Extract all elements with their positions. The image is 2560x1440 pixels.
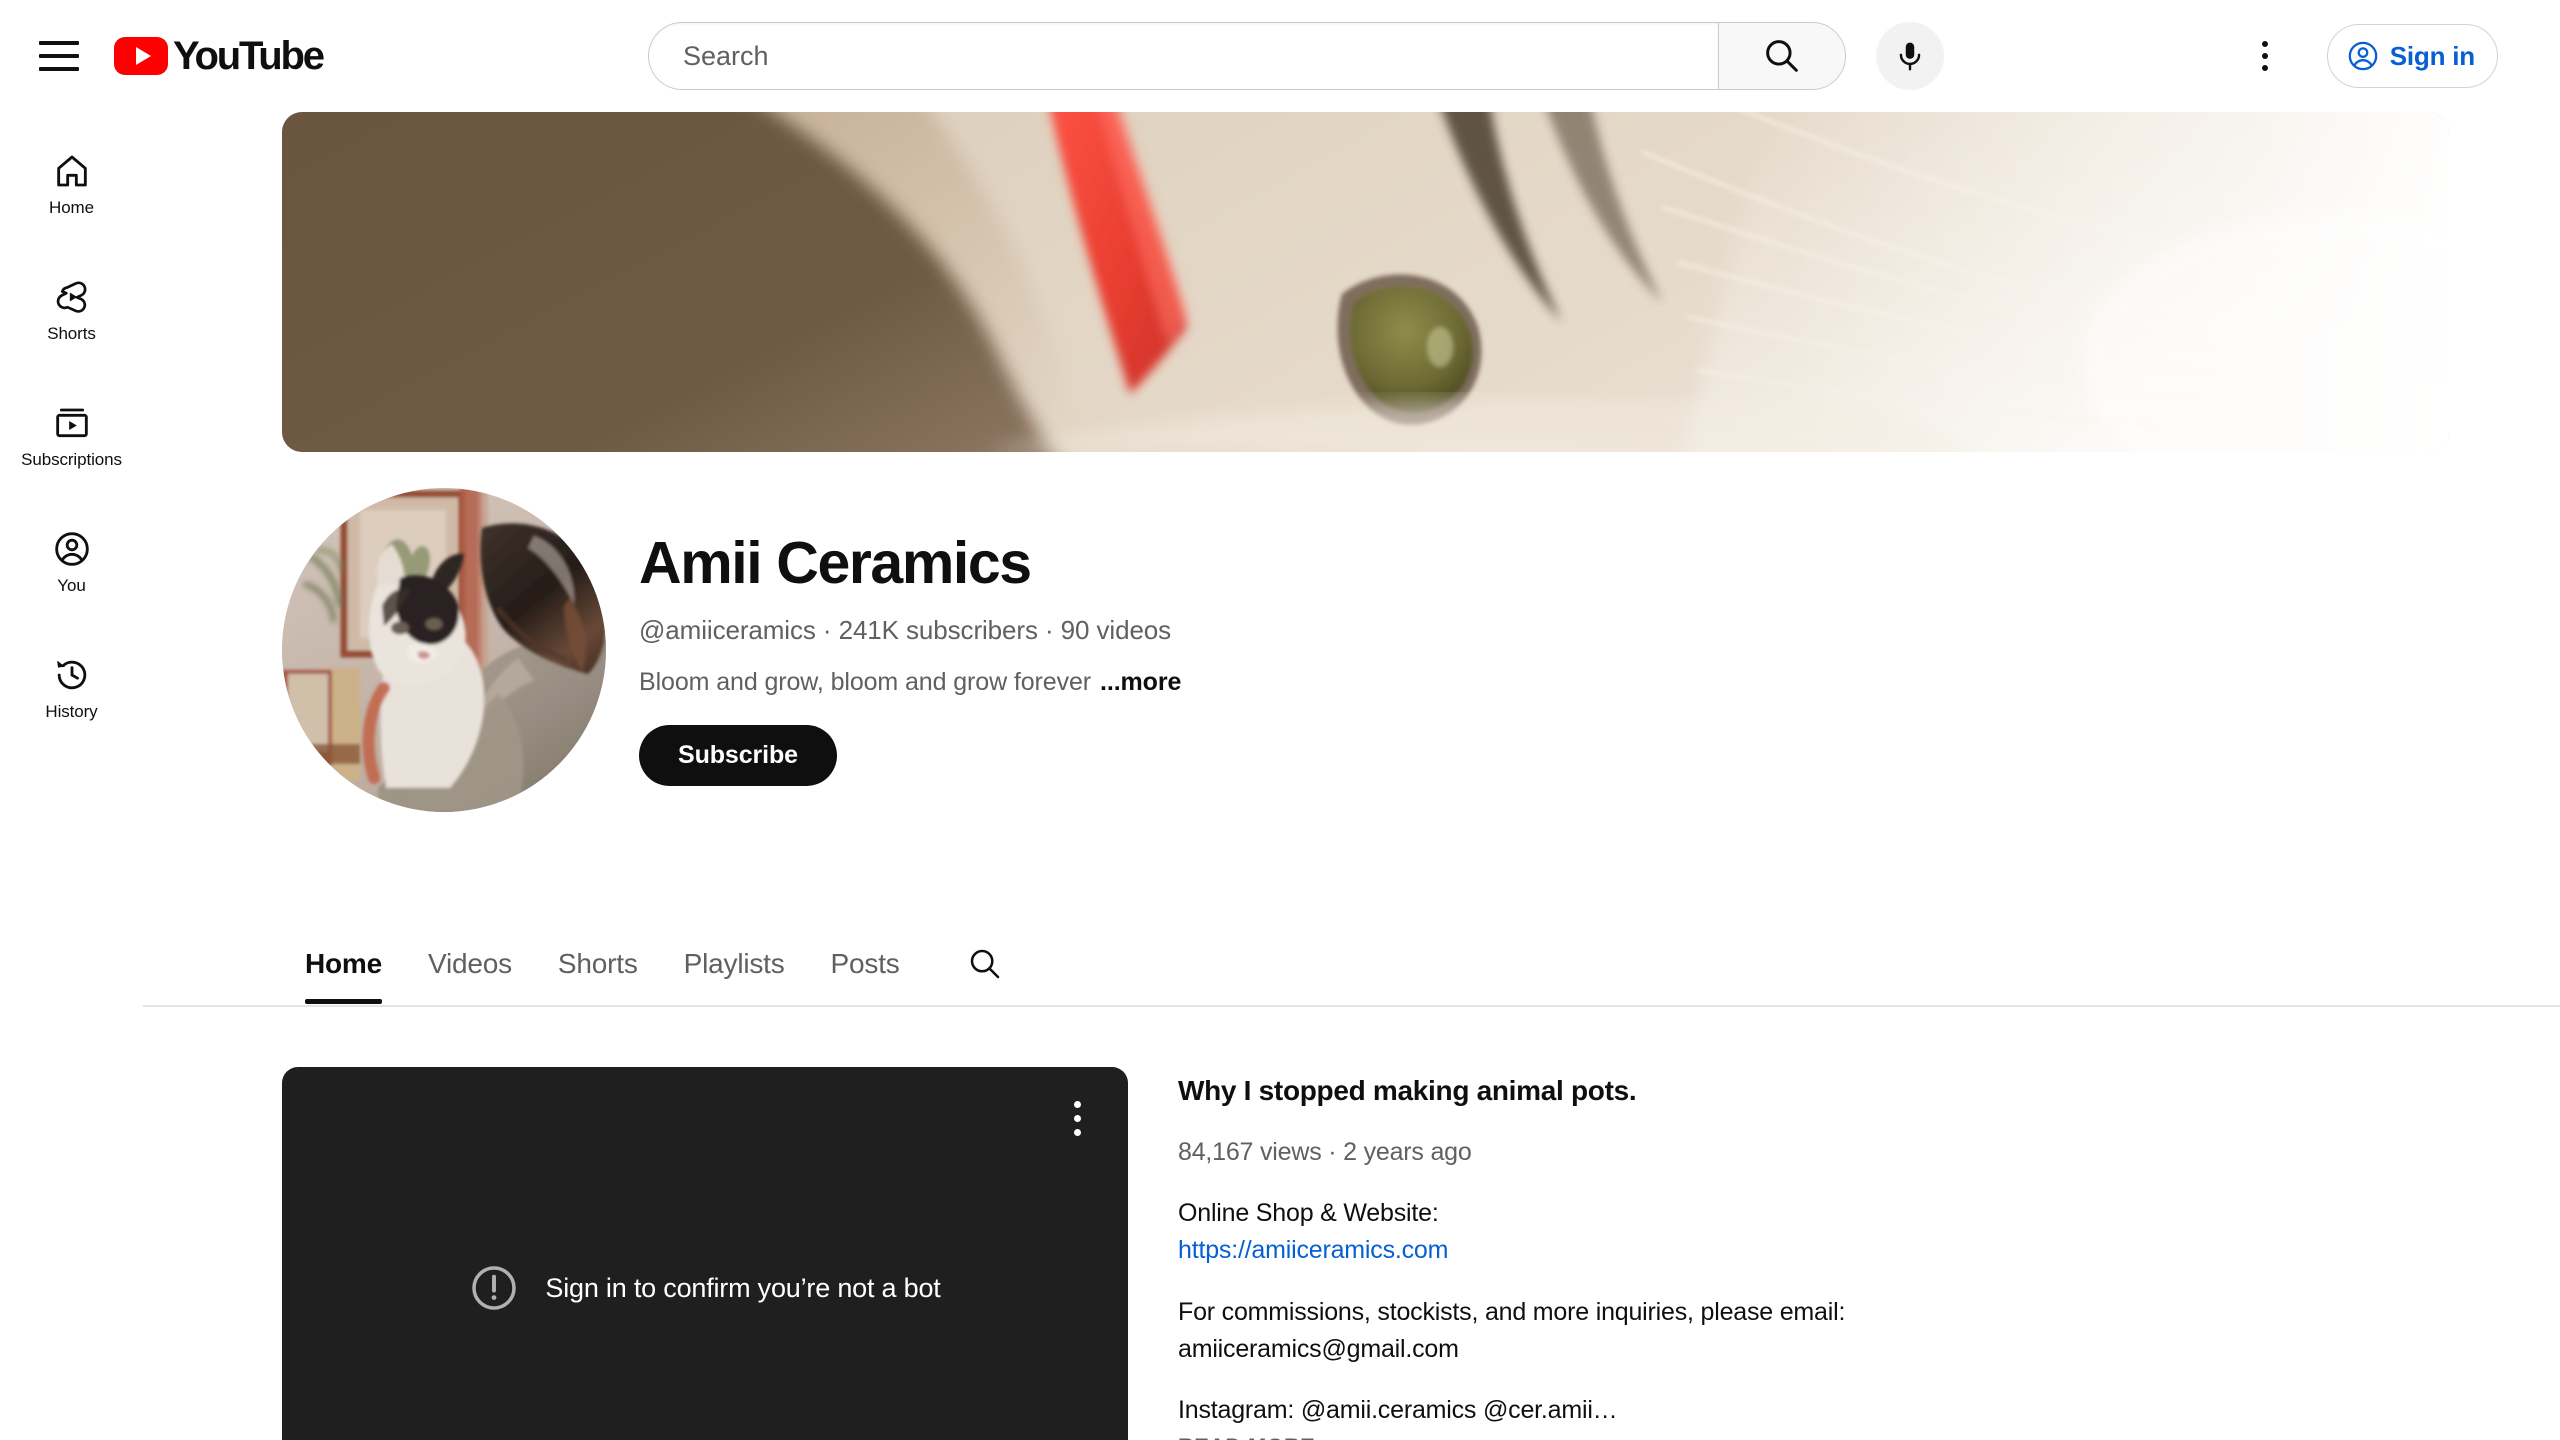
channel-meta: @amiiceramics · 241K subscribers · 90 vi…	[639, 614, 1172, 645]
video-description: Online Shop & Website: https://amiiceram…	[1178, 1195, 2358, 1429]
channel-search-button[interactable]	[949, 928, 1021, 1000]
masthead-left: YouTube	[0, 0, 325, 112]
description-contact-line: For commissions, stockists, and more inq…	[1178, 1297, 1846, 1326]
description-email: amiiceramics@gmail.com	[1178, 1334, 1459, 1363]
shorts-icon	[56, 281, 86, 313]
page-title: Amii Ceramics	[639, 530, 1032, 596]
sidebar-item-home[interactable]: Home	[10, 122, 133, 246]
channel-description-text: Bloom and grow, bloom and grow forever	[639, 667, 1091, 696]
channel-page: Amii Ceramics @amiiceramics · 241K subsc…	[143, 112, 2560, 1440]
subscriptions-icon	[55, 408, 88, 437]
sidebar-item-label: Subscriptions	[21, 449, 122, 469]
video-player[interactable]: Sign in to confirm you’re not a bot 0	[282, 1067, 1128, 1440]
channel-description[interactable]: Bloom and grow, bloom and grow forever .…	[639, 668, 1181, 697]
search-bar	[648, 22, 1846, 90]
alert-circle-icon	[472, 1266, 517, 1310]
player-overlay-message: Sign in to confirm you’re not a bot	[282, 1263, 1128, 1313]
sign-in-label: Sign in	[2389, 40, 2475, 71]
kebab-dot	[1073, 1128, 1081, 1136]
tab-label: Shorts	[557, 948, 638, 979]
channel-banner[interactable]	[282, 112, 2449, 452]
sidebar-item-label: You	[57, 575, 86, 595]
channel-header: Amii Ceramics @amiiceramics · 241K subsc…	[282, 488, 1181, 812]
tab-label: Videos	[428, 948, 512, 979]
tab-videos[interactable]: Videos	[405, 924, 535, 1004]
avatar-image	[282, 488, 606, 812]
player-overlay-text: Sign in to confirm you’re not a bot	[545, 1272, 941, 1303]
search-button[interactable]	[1718, 22, 1846, 90]
microphone-icon	[1899, 42, 1921, 71]
tab-home[interactable]: Home	[282, 924, 405, 1004]
sidebar-item-label: Shorts	[47, 323, 96, 343]
account-circle-icon	[2348, 41, 2378, 71]
sidebar-item-you[interactable]: You	[10, 500, 133, 624]
video-title[interactable]: Why I stopped making animal pots.	[1178, 1073, 2358, 1109]
sidebar-item-label: History	[45, 701, 98, 721]
description-spacer	[1178, 1367, 2358, 1392]
voice-search-button[interactable]	[1876, 22, 1944, 90]
channel-banner-image	[282, 112, 2449, 452]
subscribe-button[interactable]: Subscribe	[639, 724, 837, 786]
home-icon	[56, 155, 87, 187]
search-input[interactable]	[683, 40, 1718, 72]
tab-shorts[interactable]: Shorts	[535, 924, 661, 1004]
channel-tabs: Home Videos Shorts Playlists Posts	[143, 924, 2560, 1008]
tab-active-underline	[305, 999, 382, 1004]
tab-posts[interactable]: Posts	[808, 924, 923, 1004]
mini-sidebar: Home Shorts Subscriptions You History	[0, 112, 143, 1440]
avatar[interactable]	[282, 488, 606, 812]
read-more-button[interactable]: READ MORE	[1178, 1434, 1315, 1440]
description-instagram-line: Instagram: @amii.ceramics @cer.amii…	[1178, 1396, 1618, 1425]
channel-info: Amii Ceramics @amiiceramics · 241K subsc…	[639, 488, 1181, 786]
tab-label: Home	[305, 948, 382, 979]
player-kebab-button[interactable]	[1060, 1093, 1094, 1143]
tab-label: Playlists	[683, 948, 785, 979]
featured-video-info: Why I stopped making animal pots. 84,167…	[1178, 1067, 2358, 1440]
description-shop-link[interactable]: https://amiiceramics.com	[1178, 1236, 1448, 1264]
youtube-play-icon	[114, 37, 168, 75]
sidebar-item-history[interactable]: History	[10, 626, 133, 750]
kebab-dot	[2261, 65, 2268, 71]
tabs-divider	[143, 1005, 2560, 1007]
featured-video-section: Sign in to confirm you’re not a bot 0	[282, 1067, 2358, 1440]
kebab-dot	[2261, 41, 2268, 47]
channel-more-link[interactable]: ...more	[1100, 668, 1181, 697]
hamburger-bar	[39, 67, 79, 71]
youtube-logo-text: YouTube	[173, 34, 325, 78]
history-icon	[56, 660, 86, 689]
tab-playlists[interactable]: Playlists	[661, 924, 808, 1004]
kebab-dot	[2261, 53, 2268, 59]
video-stats: 84,167 views · 2 years ago	[1178, 1138, 1472, 1167]
hamburger-bar	[39, 54, 79, 58]
sidebar-item-subscriptions[interactable]: Subscriptions	[10, 374, 133, 498]
sidebar-item-label: Home	[49, 197, 94, 217]
account-circle-icon	[54, 531, 89, 566]
youtube-logo[interactable]: YouTube	[114, 34, 325, 78]
subscribe-label: Subscribe	[678, 740, 798, 769]
hamburger-bar	[39, 41, 79, 45]
settings-kebab-button[interactable]	[2231, 22, 2299, 90]
search-icon	[970, 949, 999, 979]
description-spacer	[1178, 1269, 2358, 1294]
sign-in-button[interactable]: Sign in	[2326, 24, 2498, 88]
search-input-container[interactable]	[648, 22, 1718, 90]
masthead: YouTube Search Sign in	[0, 0, 2560, 112]
kebab-dot	[1073, 1114, 1081, 1122]
sidebar-item-shorts[interactable]: Shorts	[10, 248, 133, 372]
kebab-dot	[1073, 1100, 1081, 1108]
description-shop-heading: Online Shop & Website:	[1178, 1199, 1439, 1228]
masthead-right: Sign in	[2231, 0, 2560, 112]
hamburger-menu-icon[interactable]	[26, 23, 92, 89]
tab-label: Posts	[830, 948, 900, 979]
search-icon	[1766, 40, 1798, 72]
